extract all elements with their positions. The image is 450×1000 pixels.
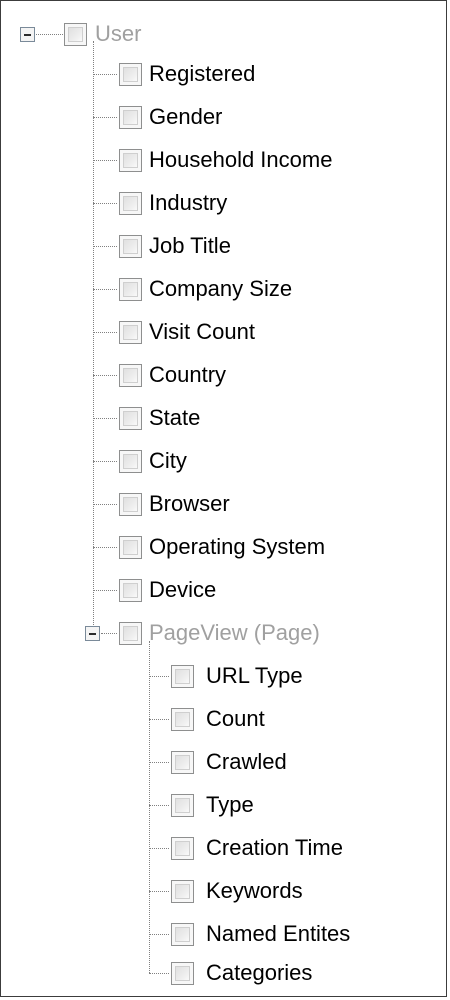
tree-node-url-type[interactable]: URL Type [206, 663, 303, 689]
tree-connector [149, 762, 169, 763]
keywords-checkbox[interactable] [171, 880, 194, 903]
tree-view-panel: User Registered Gender Household Income … [0, 0, 447, 997]
tree-connector [93, 590, 117, 591]
tree-node-visit-count[interactable]: Visit Count [149, 319, 255, 345]
tree-node-keywords[interactable]: Keywords [206, 878, 303, 904]
tree-connector-root [93, 41, 94, 631]
tree-node-browser[interactable]: Browser [149, 491, 230, 517]
company-size-checkbox[interactable] [119, 278, 142, 301]
country-checkbox[interactable] [119, 364, 142, 387]
tree-connector [149, 973, 169, 974]
url-type-checkbox[interactable] [171, 665, 194, 688]
browser-checkbox[interactable] [119, 493, 142, 516]
operating-system-checkbox[interactable] [119, 536, 142, 559]
user-checkbox[interactable] [64, 23, 87, 46]
tree-node-industry[interactable]: Industry [149, 190, 227, 216]
tree-node-state[interactable]: State [149, 405, 200, 431]
tree-connector [149, 676, 169, 677]
tree-node-household-income[interactable]: Household Income [149, 147, 332, 173]
job-title-checkbox[interactable] [119, 235, 142, 258]
tree-node-country[interactable]: Country [149, 362, 226, 388]
tree-connector [93, 375, 117, 376]
gender-checkbox[interactable] [119, 106, 142, 129]
household-income-checkbox[interactable] [119, 149, 142, 172]
tree-connector [93, 117, 117, 118]
collapse-pageview-minus-icon[interactable] [85, 626, 100, 641]
tree-connector [149, 848, 169, 849]
tree-connector [93, 74, 117, 75]
collapse-user-minus-icon[interactable] [20, 27, 35, 42]
tree-connector-subgroup [149, 641, 150, 973]
tree-connector [93, 547, 117, 548]
tree-connector [93, 289, 117, 290]
pageview-checkbox[interactable] [119, 622, 142, 645]
categories-checkbox[interactable] [171, 962, 194, 985]
tree-node-registered[interactable]: Registered [149, 61, 255, 87]
tree-node-company-size[interactable]: Company Size [149, 276, 292, 302]
tree-connector [149, 805, 169, 806]
city-checkbox[interactable] [119, 450, 142, 473]
count-checkbox[interactable] [171, 708, 194, 731]
tree-connector [93, 332, 117, 333]
tree-node-operating-system[interactable]: Operating System [149, 534, 325, 560]
tree-connector [101, 633, 117, 634]
tree-node-categories[interactable]: Categories [206, 960, 312, 986]
registered-checkbox[interactable] [119, 63, 142, 86]
tree-connector [93, 246, 117, 247]
tree-node-pageview[interactable]: PageView (Page) [149, 620, 320, 646]
tree-node-creation-time[interactable]: Creation Time [206, 835, 343, 861]
tree-node-city[interactable]: City [149, 448, 187, 474]
tree-node-job-title[interactable]: Job Title [149, 233, 231, 259]
device-checkbox[interactable] [119, 579, 142, 602]
tree-node-gender[interactable]: Gender [149, 104, 222, 130]
tree-connector [149, 719, 169, 720]
visit-count-checkbox[interactable] [119, 321, 142, 344]
crawled-checkbox[interactable] [171, 751, 194, 774]
tree-node-named-entites[interactable]: Named Entites [206, 921, 350, 947]
tree-connector [93, 203, 117, 204]
tree-node-crawled[interactable]: Crawled [206, 749, 287, 775]
tree-connector [93, 504, 117, 505]
tree-connector [149, 891, 169, 892]
creation-time-checkbox[interactable] [171, 837, 194, 860]
tree-connector [149, 934, 169, 935]
tree-connector [93, 461, 117, 462]
tree-connector [93, 418, 117, 419]
tree-node-count[interactable]: Count [206, 706, 265, 732]
tree-node-device[interactable]: Device [149, 577, 216, 603]
named-entites-checkbox[interactable] [171, 923, 194, 946]
tree-connector [93, 160, 117, 161]
tree-node-user[interactable]: User [95, 21, 141, 47]
type-checkbox[interactable] [171, 794, 194, 817]
tree-node-type[interactable]: Type [206, 792, 254, 818]
industry-checkbox[interactable] [119, 192, 142, 215]
state-checkbox[interactable] [119, 407, 142, 430]
